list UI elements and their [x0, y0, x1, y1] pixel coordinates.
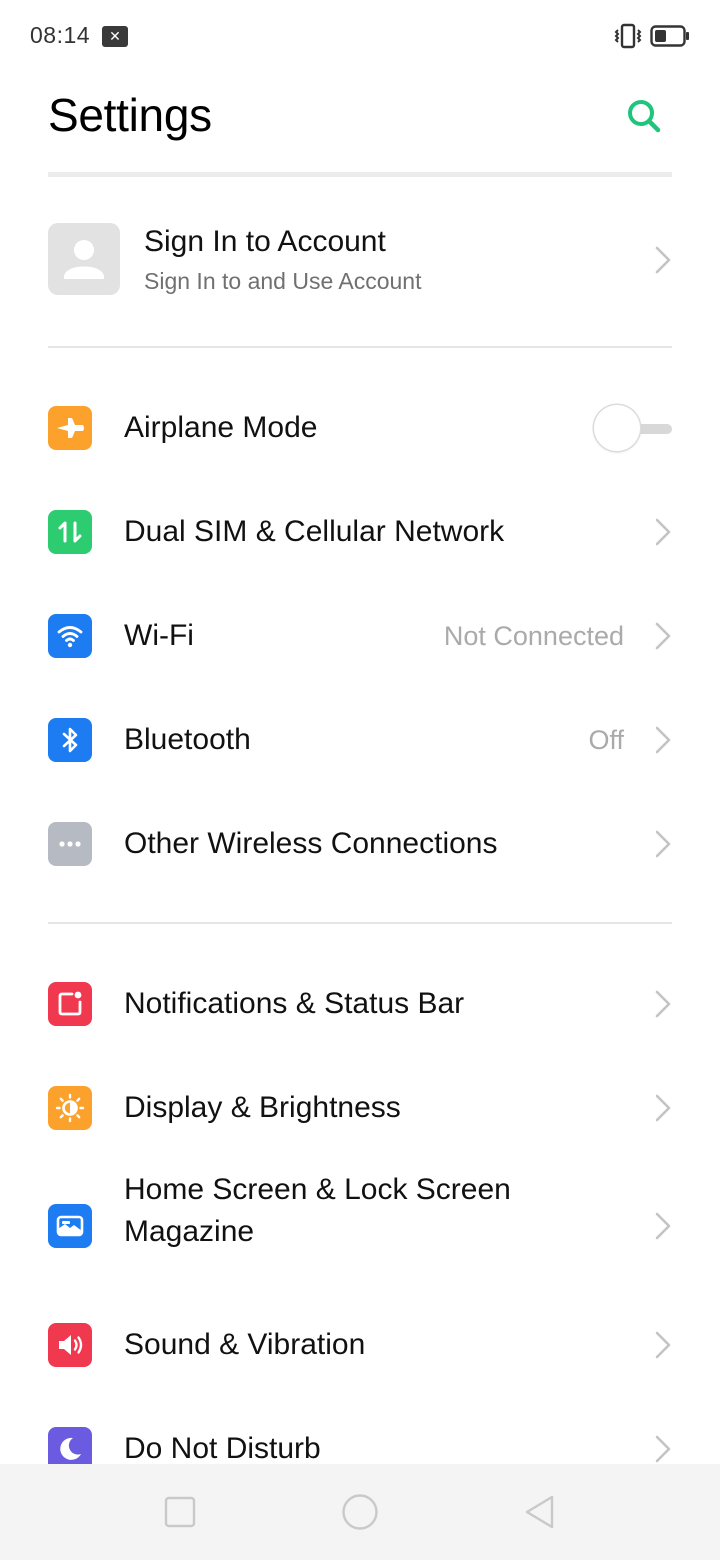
bluetooth-row[interactable]: Bluetooth Off	[0, 688, 720, 792]
circle-home-icon	[342, 1494, 378, 1530]
toggle-knob	[594, 405, 640, 451]
chevron-right-icon	[655, 246, 671, 274]
airplane-mode-toggle[interactable]	[592, 404, 672, 454]
back-button[interactable]	[516, 1488, 564, 1536]
chevron-right-icon	[655, 1094, 671, 1122]
page-title: Settings	[48, 89, 212, 141]
sound-vibration-row[interactable]: Sound & Vibration	[0, 1293, 720, 1397]
wifi-icon	[48, 614, 92, 658]
triangle-back-icon	[525, 1495, 554, 1529]
chevron-right-icon	[655, 518, 671, 546]
recents-button[interactable]	[156, 1488, 204, 1536]
home-button[interactable]	[336, 1488, 384, 1536]
wifi-status: Not Connected	[443, 621, 624, 651]
do-not-disturb-label: Do Not Disturb	[124, 1432, 321, 1465]
chevron-right-icon	[655, 990, 671, 1018]
account-subtitle: Sign In to and Use Account	[144, 268, 422, 294]
wifi-row[interactable]: Wi-Fi Not Connected	[0, 584, 720, 688]
display-brightness-label: Display & Brightness	[124, 1091, 401, 1124]
chevron-right-icon	[655, 726, 671, 754]
wifi-label: Wi-Fi	[124, 619, 194, 652]
close-box-icon: ✕	[102, 26, 128, 47]
speaker-icon	[48, 1323, 92, 1367]
airplane-icon	[48, 406, 92, 450]
dual-sim-label: Dual SIM & Cellular Network	[124, 515, 505, 548]
battery-icon	[650, 25, 689, 47]
square-recents-icon	[164, 1496, 196, 1528]
other-wireless-label: Other Wireless Connections	[124, 827, 498, 860]
brightness-icon	[48, 1086, 92, 1130]
notification-icon	[48, 982, 92, 1026]
section-divider	[48, 922, 672, 924]
other-wireless-row[interactable]: Other Wireless Connections	[0, 792, 720, 896]
status-time: 08:14	[30, 22, 91, 48]
chevron-right-icon	[655, 622, 671, 650]
home-lock-screen-row[interactable]: Home Screen & Lock Screen Magazine	[0, 1160, 720, 1292]
dual-sim-row[interactable]: Dual SIM & Cellular Network	[0, 480, 720, 584]
chevron-right-icon	[655, 830, 671, 858]
airplane-mode-row[interactable]: Airplane Mode	[0, 376, 720, 480]
header-divider	[48, 172, 672, 177]
status-bar: 08:14 ✕	[0, 0, 720, 72]
chevron-right-icon	[655, 1331, 671, 1359]
sound-vibration-label: Sound & Vibration	[124, 1328, 366, 1361]
bluetooth-status: Off	[588, 725, 624, 755]
wallpaper-icon	[48, 1204, 92, 1248]
search-button[interactable]	[622, 94, 666, 138]
chevron-right-icon	[655, 1435, 671, 1463]
bluetooth-label: Bluetooth	[124, 723, 251, 756]
header: Settings	[0, 72, 720, 172]
more-dots-icon	[48, 822, 92, 866]
person-icon	[48, 223, 120, 295]
cellular-data-icon	[48, 510, 92, 554]
airplane-mode-label: Airplane Mode	[124, 411, 318, 444]
home-lock-screen-label: Home Screen & Lock Screen Magazine	[124, 1173, 511, 1248]
vibrate-icon	[614, 23, 642, 49]
section-divider	[48, 346, 672, 348]
bluetooth-icon	[48, 718, 92, 762]
notifications-label: Notifications & Status Bar	[124, 987, 465, 1020]
notifications-row[interactable]: Notifications & Status Bar	[0, 952, 720, 1056]
search-icon	[628, 100, 661, 133]
navigation-bar	[0, 1464, 720, 1560]
sign-in-account-row[interactable]: Sign In to Account Sign In to and Use Ac…	[0, 198, 720, 322]
chevron-right-icon	[655, 1212, 671, 1240]
display-brightness-row[interactable]: Display & Brightness	[0, 1056, 720, 1160]
account-title: Sign In to Account	[144, 225, 386, 258]
